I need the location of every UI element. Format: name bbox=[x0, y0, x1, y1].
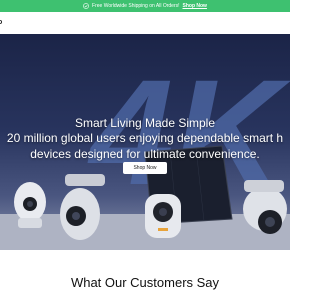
announcement-text: Free Worldwide Shipping on All Orders! bbox=[92, 3, 180, 9]
top-nav: o bbox=[0, 12, 290, 34]
testimonials-section: What Our Customers Say bbox=[0, 250, 290, 290]
announcement-bar: Free Worldwide Shipping on All Orders! S… bbox=[0, 0, 290, 12]
announcement-shop-link[interactable]: Shop Now bbox=[183, 3, 207, 9]
hero-subtitle: 20 million global users enjoying dependa… bbox=[0, 130, 290, 162]
hero-banner: 4K Smart Living Made Simple 20 million g… bbox=[0, 34, 290, 250]
hero-title: Smart Living Made Simple bbox=[74, 116, 216, 130]
brand-logo[interactable]: o bbox=[0, 19, 2, 26]
hero-shop-now-button[interactable]: Shop Now bbox=[123, 162, 167, 174]
hero-subtitle-line2: devices designed for ultimate convenienc… bbox=[30, 147, 260, 161]
testimonials-heading: What Our Customers Say bbox=[70, 275, 220, 290]
hero-subtitle-line1: 20 million global users enjoying dependa… bbox=[6, 131, 284, 145]
check-circle-icon bbox=[83, 3, 89, 9]
